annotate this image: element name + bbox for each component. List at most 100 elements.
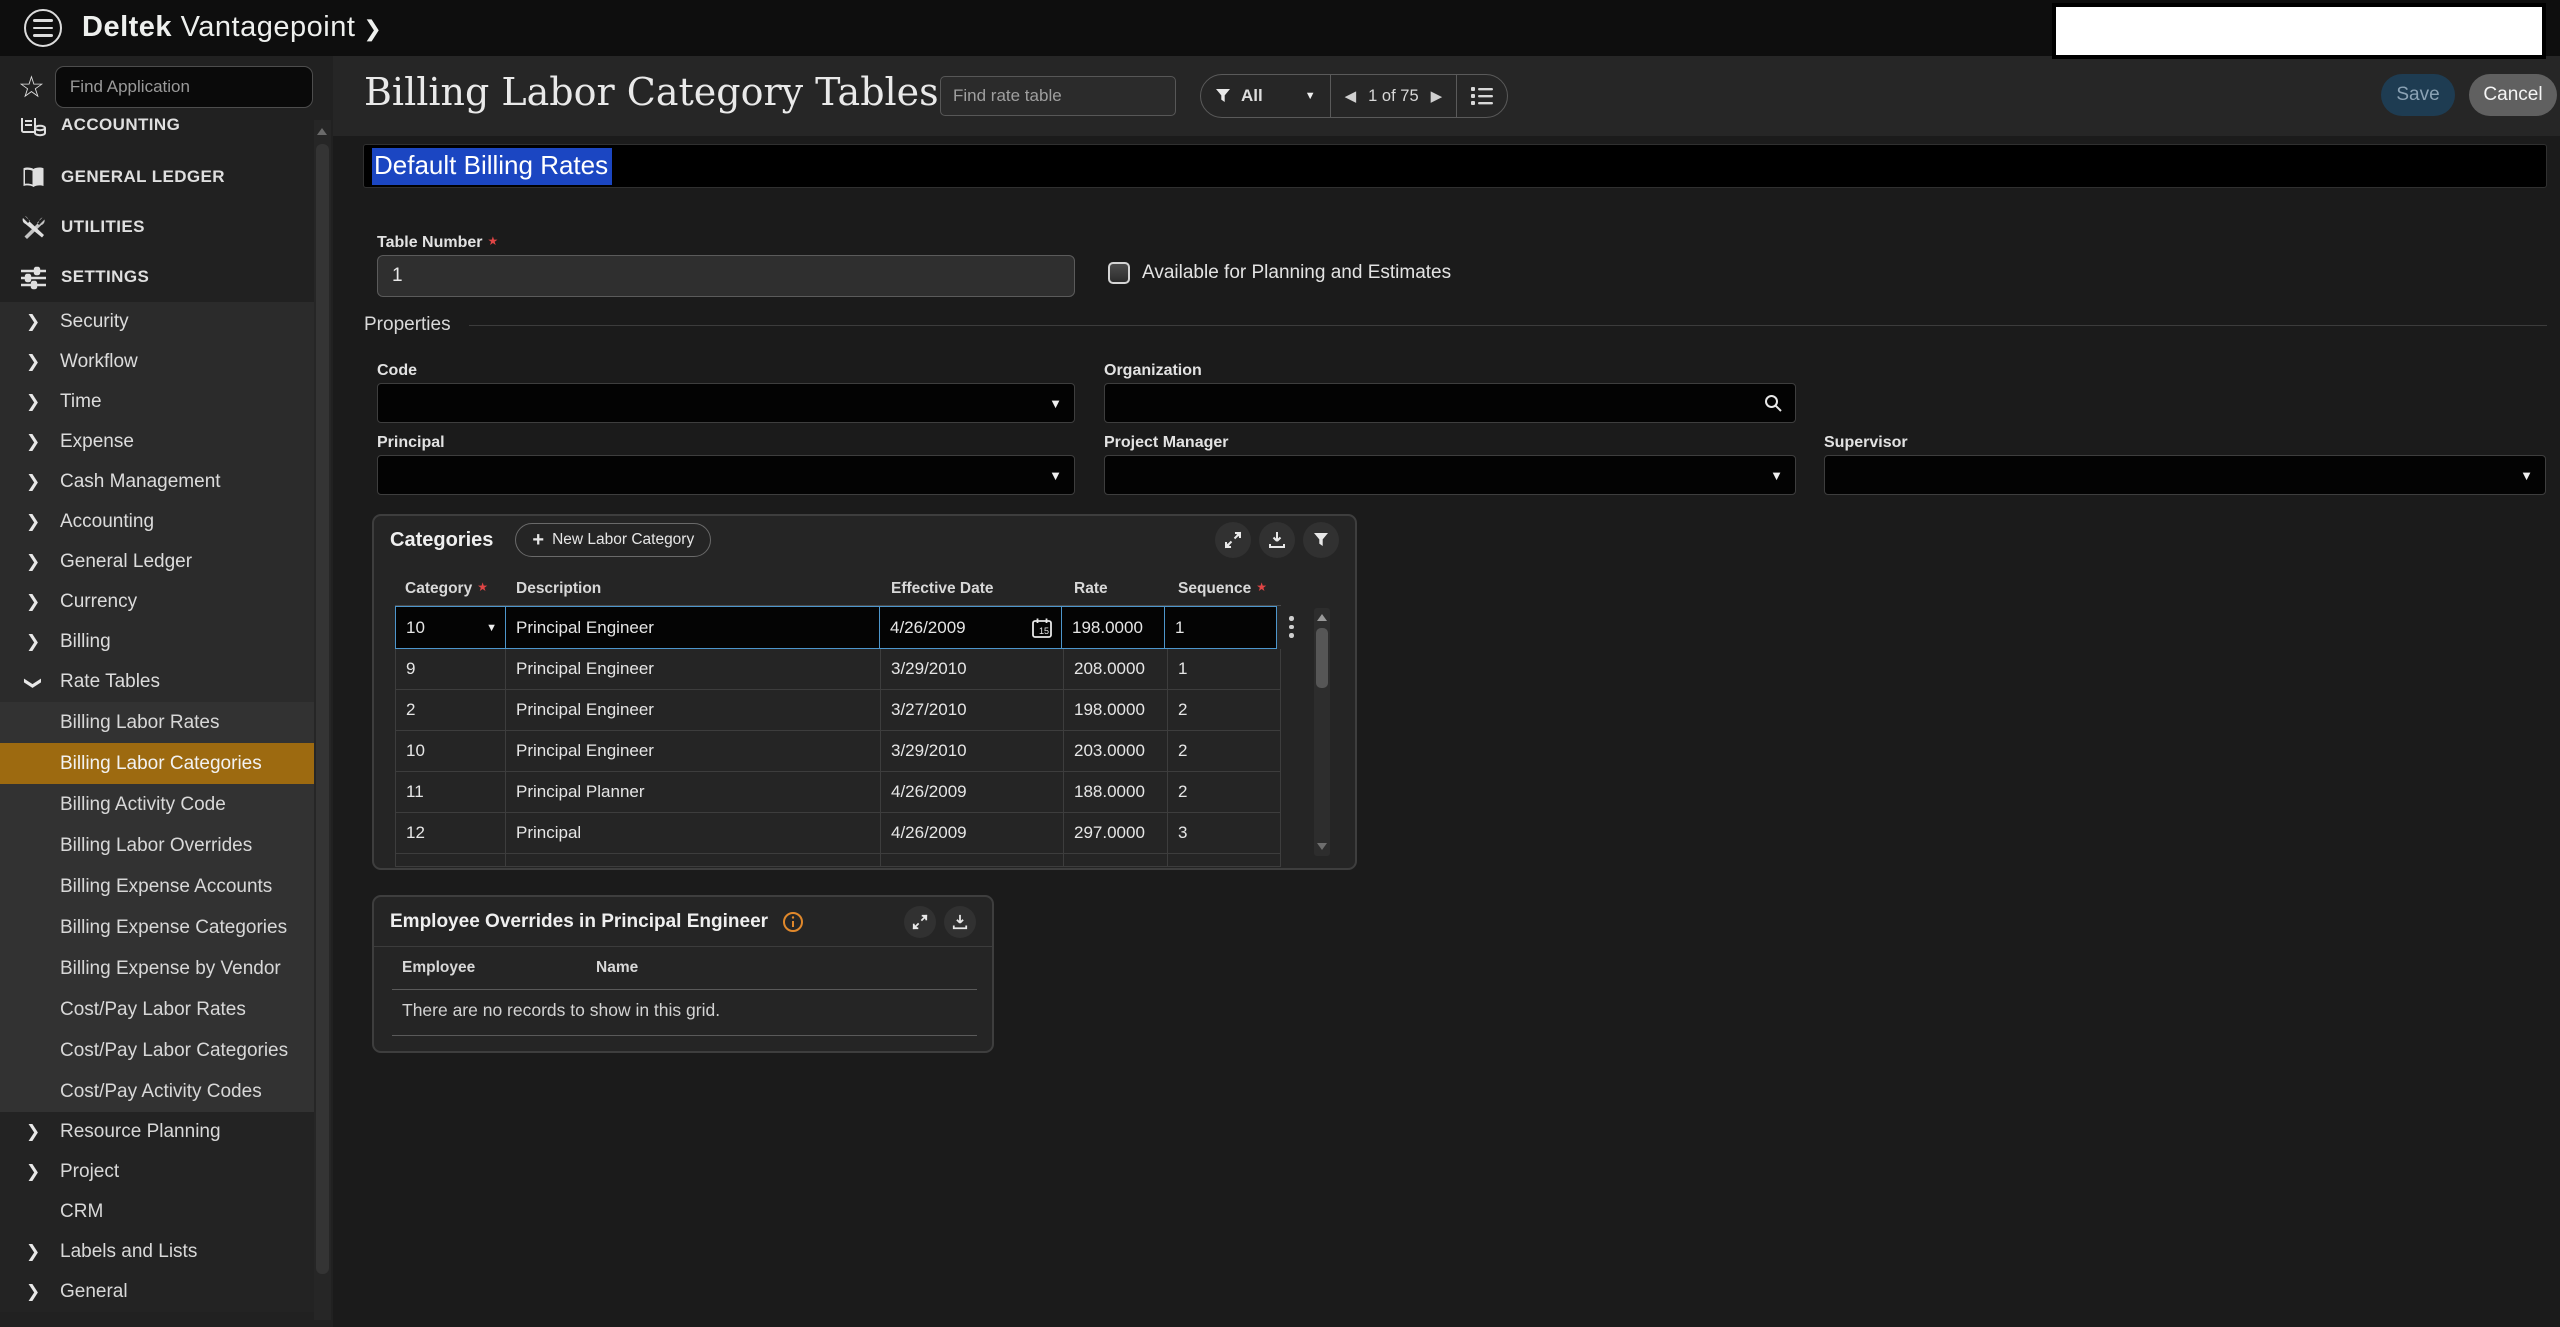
sidebar-item-resource-planning[interactable]: ❯Resource Planning — [0, 1112, 316, 1152]
code-dropdown[interactable]: ▼ — [377, 383, 1075, 423]
sidebar-item-cost-pay-activity-codes[interactable]: Cost/Pay Activity Codes — [0, 1071, 316, 1112]
chevron-right-icon: ❯ — [26, 592, 40, 612]
cancel-button[interactable]: Cancel — [2469, 74, 2557, 116]
previous-record-icon[interactable]: ◀ — [1345, 87, 1357, 105]
sidebar-item-crm[interactable]: ❯CRM — [0, 1192, 316, 1232]
record-navigation-group: All ▼ ◀ 1 of 75 ▶ — [1200, 74, 1508, 118]
export-grid-button[interactable] — [1259, 522, 1295, 558]
record-name-selected-text: Default Billing Rates — [372, 148, 612, 185]
record-name-field[interactable]: Default Billing Rates — [363, 144, 2547, 188]
scroll-up-arrow-icon[interactable] — [1317, 614, 1327, 621]
filter-value: All — [1241, 86, 1263, 106]
find-rate-table-input[interactable] — [940, 76, 1176, 116]
project-manager-dropdown[interactable]: ▼ — [1104, 455, 1796, 495]
scrollbar-thumb[interactable] — [1316, 628, 1328, 688]
sidebar-item-billing-labor-rates[interactable]: Billing Labor Rates — [0, 702, 316, 743]
sidebar-item-billing[interactable]: ❯Billing — [0, 622, 316, 662]
next-record-icon[interactable]: ▶ — [1431, 87, 1443, 105]
grid-scrollbar[interactable] — [1314, 608, 1330, 856]
organization-lookup[interactable] — [1104, 383, 1796, 423]
description-cell-editor[interactable]: Principal Engineer — [505, 606, 880, 649]
export-grid-button[interactable] — [944, 906, 976, 938]
scrollbar-thumb[interactable] — [316, 144, 329, 1274]
properties-section-header: Properties — [364, 314, 2547, 336]
sidebar-item-general-ledger[interactable]: ❯General Ledger — [0, 542, 316, 582]
sidebar-item-general[interactable]: ❯General — [0, 1272, 316, 1312]
sidebar-item-utilities-main[interactable]: UTILITIES — [0, 202, 316, 252]
list-view-button[interactable] — [1456, 75, 1507, 117]
sidebar-item-billing-labor-categories[interactable]: Billing Labor Categories — [0, 743, 316, 784]
table-row[interactable]: 12 Principal 4/26/2009 297.0000 3 — [395, 813, 1281, 854]
sidebar-item-project[interactable]: ❯Project — [0, 1152, 316, 1192]
sidebar-item-settings-main[interactable]: SETTINGS — [0, 252, 316, 302]
chevron-right-icon: ❯ — [26, 632, 40, 652]
sidebar-item-cost-pay-labor-rates[interactable]: Cost/Pay Labor Rates — [0, 989, 316, 1030]
chevron-right-icon: ❯ — [26, 432, 40, 452]
new-labor-category-button[interactable]: +New Labor Category — [515, 523, 711, 557]
sidebar-item-billing-expense-by-vendor[interactable]: Billing Expense by Vendor — [0, 948, 316, 989]
scroll-up-arrow-icon[interactable] — [317, 128, 327, 135]
sidebar-item-billing-expense-accounts[interactable]: Billing Expense Accounts — [0, 866, 316, 907]
filter-grid-button[interactable] — [1303, 522, 1339, 558]
employee-overrides-panel: Employee Overrides in Principal Engineer… — [372, 895, 994, 1053]
sidebar-item-billing-activity-code[interactable]: Billing Activity Code — [0, 784, 316, 825]
sidebar-item-expense[interactable]: ❯Expense — [0, 422, 316, 462]
hamburger-menu-icon[interactable] — [24, 9, 62, 47]
grid-divider — [392, 989, 977, 990]
table-row-selected[interactable]: 10▼ Principal Engineer 4/26/2009 15 198.… — [395, 606, 1281, 649]
project-manager-label: Project Manager — [1104, 434, 1228, 452]
table-row[interactable]: 9 Principal Engineer 3/29/2010 208.0000 … — [395, 649, 1281, 690]
page-header: Billing Labor Category Tables All ▼ ◀ 1 … — [333, 56, 2560, 136]
filter-dropdown[interactable]: All ▼ — [1201, 75, 1330, 117]
sidebar-item-labels-and-lists[interactable]: ❯Labels and Lists — [0, 1232, 316, 1272]
table-row[interactable]: 2 Principal Engineer 3/27/2010 198.0000 … — [395, 690, 1281, 731]
chevron-right-icon: ❯ — [26, 392, 40, 412]
table-row[interactable]: 10 Principal Engineer 3/29/2010 203.0000… — [395, 731, 1281, 772]
find-application-input[interactable] — [55, 66, 313, 108]
expand-grid-button[interactable] — [1215, 522, 1251, 558]
sidebar-item-security[interactable]: ❯Security — [0, 302, 316, 342]
save-button[interactable]: Save — [2381, 74, 2455, 116]
dropdown-triangle-icon[interactable]: ▼ — [486, 622, 497, 634]
search-icon — [1763, 393, 1783, 413]
chevron-right-icon: ❯ — [26, 1162, 40, 1182]
date-cell-editor[interactable]: 4/26/2009 15 — [879, 606, 1062, 649]
sidebar-item-general-ledger-main[interactable]: GENERAL LEDGER — [0, 152, 316, 202]
info-icon[interactable] — [782, 911, 804, 933]
calendar-icon[interactable]: 15 — [1031, 617, 1053, 639]
dropdown-triangle-icon: ▼ — [1049, 468, 1062, 483]
expand-grid-button[interactable] — [904, 906, 936, 938]
column-description: Description — [506, 580, 881, 598]
plus-icon: + — [532, 530, 544, 550]
table-row[interactable]: 11 Principal Planner 4/26/2009 188.0000 … — [395, 772, 1281, 813]
planning-estimates-checkbox-row[interactable]: Available for Planning and Estimates — [1108, 262, 1451, 284]
sidebar-item-accounting-main[interactable]: ACCOUNTING — [0, 118, 316, 152]
funnel-icon — [1313, 532, 1329, 548]
sidebar-item-billing-labor-overrides[interactable]: Billing Labor Overrides — [0, 825, 316, 866]
supervisor-dropdown[interactable]: ▼ — [1824, 455, 2546, 495]
row-menu-kebab-icon[interactable] — [1289, 616, 1294, 638]
planning-estimates-label: Available for Planning and Estimates — [1142, 262, 1451, 284]
sidebar-item-accounting[interactable]: ❯Accounting — [0, 502, 316, 542]
sidebar-item-rate-tables[interactable]: ❯Rate Tables — [0, 662, 316, 702]
sequence-cell-editor[interactable]: 1 — [1164, 606, 1277, 649]
required-star-icon: ★ — [1256, 580, 1267, 594]
scroll-down-arrow-icon[interactable] — [1317, 843, 1327, 850]
table-number-input[interactable] — [377, 255, 1075, 297]
category-cell-editor[interactable]: 10▼ — [395, 606, 506, 649]
rate-cell-editor[interactable]: 198.0000 — [1061, 606, 1165, 649]
sidebar-item-currency[interactable]: ❯Currency — [0, 582, 316, 622]
sidebar-item-workflow[interactable]: ❯Workflow — [0, 342, 316, 382]
categories-title: Categories — [390, 529, 493, 552]
sidebar-item-cash-management[interactable]: ❯Cash Management — [0, 462, 316, 502]
principal-dropdown[interactable]: ▼ — [377, 455, 1075, 495]
brand-logo[interactable]: Deltek Vantagepoint❯ — [82, 11, 382, 44]
sidebar-scrollbar[interactable] — [314, 120, 331, 1320]
empty-grid-message: There are no records to show in this gri… — [402, 1000, 720, 1021]
planning-estimates-checkbox[interactable] — [1108, 262, 1130, 284]
sidebar-item-billing-expense-categories[interactable]: Billing Expense Categories — [0, 907, 316, 948]
sidebar-item-cost-pay-labor-categories[interactable]: Cost/Pay Labor Categories — [0, 1030, 316, 1071]
sidebar-item-time[interactable]: ❯Time — [0, 382, 316, 422]
favorites-star-icon[interactable]: ☆ — [18, 70, 45, 105]
chevron-right-icon: ❯ — [26, 552, 40, 572]
